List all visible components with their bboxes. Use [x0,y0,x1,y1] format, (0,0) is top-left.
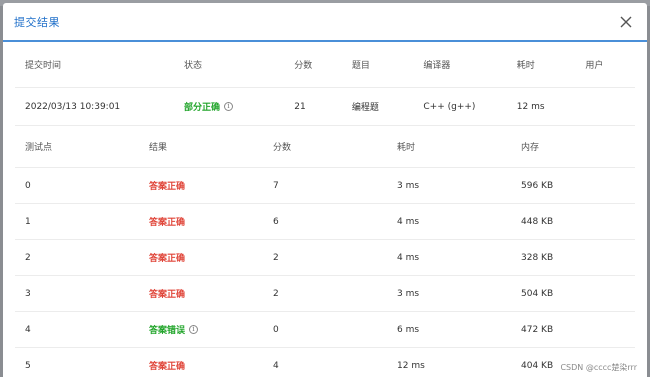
test-point: 1 [25,216,31,227]
test-time: 4 ms [397,252,420,263]
test-memory: 504 KB [521,288,554,299]
close-icon [620,16,632,27]
table-row: 0 答案正确 7 3 ms 596 KB [15,168,635,204]
status-cell: 部分正确 i [184,100,294,113]
header-submit-time: 提交时间 [25,61,62,71]
summary-header-row: 提交时间 状态 分数 题目 编译器 耗时 用户 [15,42,635,88]
compiler: C++ (g++) [423,101,476,112]
submission-result-dialog: 提交结果 提交时间 状态 分数 题目 编译器 耗时 用户 2022/03/13 … [3,3,647,377]
result-label: 答案正确 [149,362,186,372]
close-button[interactable] [617,13,635,31]
result-label: 答案正确 [149,254,186,264]
test-memory: 596 KB [521,180,554,191]
table-row: 3 答案正确 2 3 ms 504 KB [15,276,635,312]
test-score: 4 [273,360,279,371]
status-badge: 部分正确 [183,103,220,113]
table-row: 4 答案错误 i 0 6 ms 472 KB [15,312,635,348]
problem-link[interactable]: 编程题 [352,100,424,113]
test-score: 2 [273,252,279,263]
test-time: 12 ms [397,360,425,371]
total-score: 21 [294,101,306,112]
table-row: 2 答案正确 2 4 ms 328 KB [15,240,635,276]
test-score: 2 [273,288,279,299]
dialog-content: 提交时间 状态 分数 题目 编译器 耗时 用户 2022/03/13 10:39… [3,42,647,377]
duration: 12 ms [516,101,545,112]
test-score: 7 [273,180,279,191]
dialog-header: 提交结果 [3,3,647,42]
header-test-time: 耗时 [397,143,416,153]
header-problem: 题目 [351,61,370,71]
result-cell: 答案正确 [149,359,273,372]
result-label: 答案正确 [149,218,186,228]
test-time: 6 ms [397,324,420,335]
header-result: 结果 [149,143,168,153]
test-memory: 328 KB [521,252,554,263]
test-point: 5 [25,360,31,371]
test-point: 2 [25,252,31,263]
test-point: 0 [25,180,31,191]
table-row: 5 答案正确 4 12 ms 404 KB [15,348,635,377]
submit-time: 2022/03/13 10:39:01 [25,101,121,112]
summary-row: 2022/03/13 10:39:01 部分正确 i 21 编程题 C++ (g… [15,88,635,126]
result-cell: 答案正确 [149,287,273,300]
result-cell: 答案错误 i [149,323,273,336]
test-memory: 448 KB [521,216,554,227]
test-time: 3 ms [397,288,420,299]
result-cell: 答案正确 [149,251,273,264]
test-memory: 472 KB [521,324,554,335]
header-test-score: 分数 [273,143,292,153]
header-compiler: 编译器 [423,61,451,71]
test-score: 0 [273,324,279,335]
header-test-point: 测试点 [25,143,53,153]
table-row: 1 答案正确 6 4 ms 448 KB [15,204,635,240]
result-cell: 答案正确 [149,179,273,192]
tests-header-row: 测试点 结果 分数 耗时 内存 [15,126,635,168]
dialog-title: 提交结果 [14,15,60,29]
test-point: 4 [25,324,31,335]
header-memory: 内存 [521,143,540,153]
result-label: 答案正确 [149,290,186,300]
result-cell: 答案正确 [149,215,273,228]
result-label: 答案错误 [149,326,186,336]
info-icon[interactable]: i [223,102,233,111]
test-rows: 0 答案正确 7 3 ms 596 KB 1 答案正确 6 4 ms 448 K… [15,168,635,377]
test-score: 6 [273,216,279,227]
result-label: 答案正确 [149,182,186,192]
header-status: 状态 [183,61,202,71]
header-user: 用户 [585,61,604,71]
test-point: 3 [25,288,31,299]
test-time: 4 ms [397,216,420,227]
header-duration: 耗时 [516,61,535,71]
watermark: CSDN @cccc楚染rrr [560,363,637,372]
test-time: 3 ms [397,180,420,191]
info-icon[interactable]: i [189,325,199,334]
header-score: 分数 [294,61,313,71]
